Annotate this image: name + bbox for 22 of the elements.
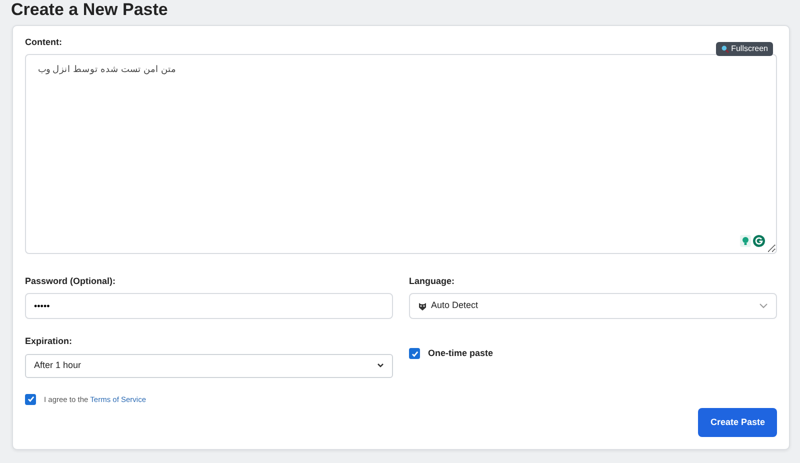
expiration-label: Expiration: [25, 335, 72, 348]
checkbox[interactable] [25, 394, 36, 405]
content-label: Content: [25, 36, 62, 49]
password-field[interactable]: ••••• [25, 293, 393, 320]
magnifier-icon [721, 44, 730, 53]
expiration-value: After 1 hour [34, 358, 82, 372]
language-label: Language: [409, 274, 455, 288]
checkbox[interactable] [409, 348, 420, 360]
page-title: Create a New Paste [10, 0, 169, 20]
language-value: Auto Detect [431, 299, 478, 312]
language-select[interactable]: Auto Detect [409, 293, 777, 320]
expiration-select[interactable]: After 1 hour [25, 354, 393, 378]
fullscreen-button[interactable]: Fullscreen [716, 42, 773, 56]
grammar-icon[interactable] [753, 234, 765, 247]
content-field[interactable]: متن امن تست شده توسط انزل وب [25, 54, 777, 254]
password-label: Password (Optional): [25, 274, 116, 288]
mask-icon [418, 302, 427, 311]
create-paste-button[interactable]: Create Paste [698, 408, 777, 438]
one-time-label: One-time paste [428, 347, 494, 360]
chevron-down-icon [759, 302, 768, 309]
bulb-icon [740, 234, 751, 247]
chevron-down-icon [377, 362, 384, 368]
